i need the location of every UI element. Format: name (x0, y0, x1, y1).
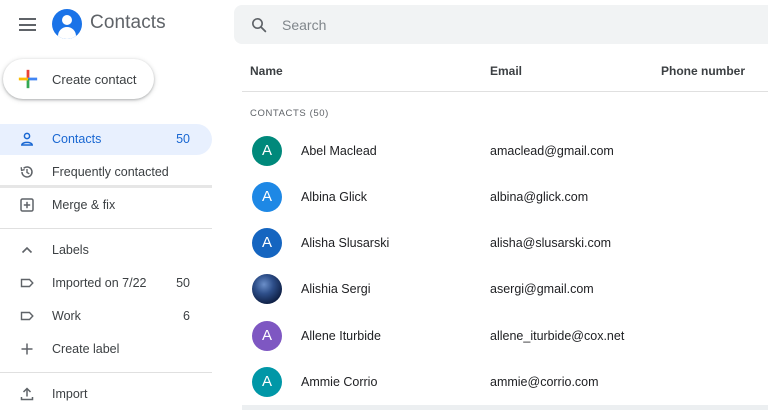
header-divider (242, 91, 768, 92)
contact-name: Allene Iturbide (301, 329, 381, 343)
avatar: A (252, 321, 282, 351)
contact-name: Alisha Slusarski (301, 236, 390, 250)
sidebar-item-label: Labels (52, 243, 89, 257)
table-row[interactable]: A Allene Iturbide allene_iturbide@cox.ne… (242, 315, 768, 361)
contact-email: amaclead@gmail.com (490, 144, 614, 158)
plus-icon (21, 343, 33, 355)
table-row[interactable]: A Ammie Corrio ammie@corrio.com (242, 361, 768, 407)
sidebar-item-label: Imported on 7/22 (52, 276, 147, 290)
sidebar-item-label: Merge & fix (52, 198, 116, 212)
column-header-name[interactable]: Name (250, 64, 283, 78)
avatar: A (252, 182, 282, 212)
contact-name: Ammie Corrio (301, 375, 378, 389)
contact-name: Albina Glick (301, 190, 367, 204)
contacts-section-label: CONTACTS (50) (250, 108, 329, 119)
sidebar-item-label: Work (52, 309, 81, 323)
contact-email: ammie@corrio.com (490, 375, 599, 389)
search-icon (252, 18, 267, 33)
sidebar-item-create-label[interactable]: Create label (0, 334, 212, 365)
divider (0, 185, 212, 188)
sidebar-item-import[interactable]: Import (0, 379, 212, 410)
divider (0, 228, 212, 229)
chevron-up-icon (21, 246, 33, 254)
contact-email: alisha@slusarski.com (490, 236, 612, 250)
table-row[interactable]: A Alisha Slusarski alisha@slusarski.com (242, 222, 768, 268)
sidebar-item-frequently-contacted[interactable]: Frequently contacted (0, 157, 212, 188)
divider (0, 372, 212, 373)
avatar-photo (252, 274, 282, 304)
contact-name: Alishia Sergi (301, 282, 371, 296)
sidebar-item-count: 50 (176, 276, 190, 290)
merge-icon (20, 198, 34, 212)
search-input[interactable] (282, 5, 742, 44)
sidebar-item-work[interactable]: Work 6 (0, 301, 212, 332)
sidebar-item-label: Import (52, 387, 88, 401)
create-contact-label: Create contact (52, 72, 137, 87)
sidebar-item-merge-fix[interactable]: Merge & fix (0, 190, 212, 221)
sidebar-item-contacts[interactable]: Contacts 50 (0, 124, 212, 155)
contact-name: Abel Maclead (301, 144, 377, 158)
sidebar-item-count: 6 (183, 309, 190, 323)
menu-icon[interactable] (19, 18, 36, 31)
contacts-logo-icon (52, 9, 82, 39)
app-title: Contacts (90, 12, 166, 33)
plus-icon (18, 69, 38, 89)
contact-email: albina@glick.com (490, 190, 589, 204)
table-row[interactable]: A Albina Glick albina@glick.com (242, 176, 768, 222)
avatar: A (252, 367, 282, 397)
history-icon (20, 166, 33, 178)
list-footer-bar (242, 405, 768, 410)
upload-icon (20, 387, 34, 401)
column-header-email[interactable]: Email (490, 64, 522, 78)
app-header: Contacts (0, 0, 768, 50)
sidebar-item-label: Contacts (52, 132, 102, 146)
contact-email: asergi@gmail.com (490, 282, 594, 296)
avatar: A (252, 136, 282, 166)
sidebar-item-count: 50 (176, 132, 190, 146)
create-contact-button[interactable]: Create contact (3, 59, 154, 99)
contact-email: allene_iturbide@cox.net (490, 329, 625, 343)
search-bar[interactable] (234, 5, 768, 44)
label-icon (20, 311, 34, 321)
sidebar-item-labels[interactable]: Labels (0, 235, 212, 266)
sidebar-item-imported[interactable]: Imported on 7/22 50 (0, 268, 212, 299)
sidebar-item-label: Create label (52, 342, 120, 356)
sidebar-item-label: Frequently contacted (52, 165, 169, 179)
label-icon (20, 278, 34, 288)
avatar: A (252, 228, 282, 258)
table-row[interactable]: Alishia Sergi asergi@gmail.com (242, 268, 768, 314)
column-header-phone[interactable]: Phone number (661, 64, 745, 78)
table-row[interactable]: A Abel Maclead amaclead@gmail.com (242, 130, 768, 176)
person-icon (21, 132, 33, 146)
